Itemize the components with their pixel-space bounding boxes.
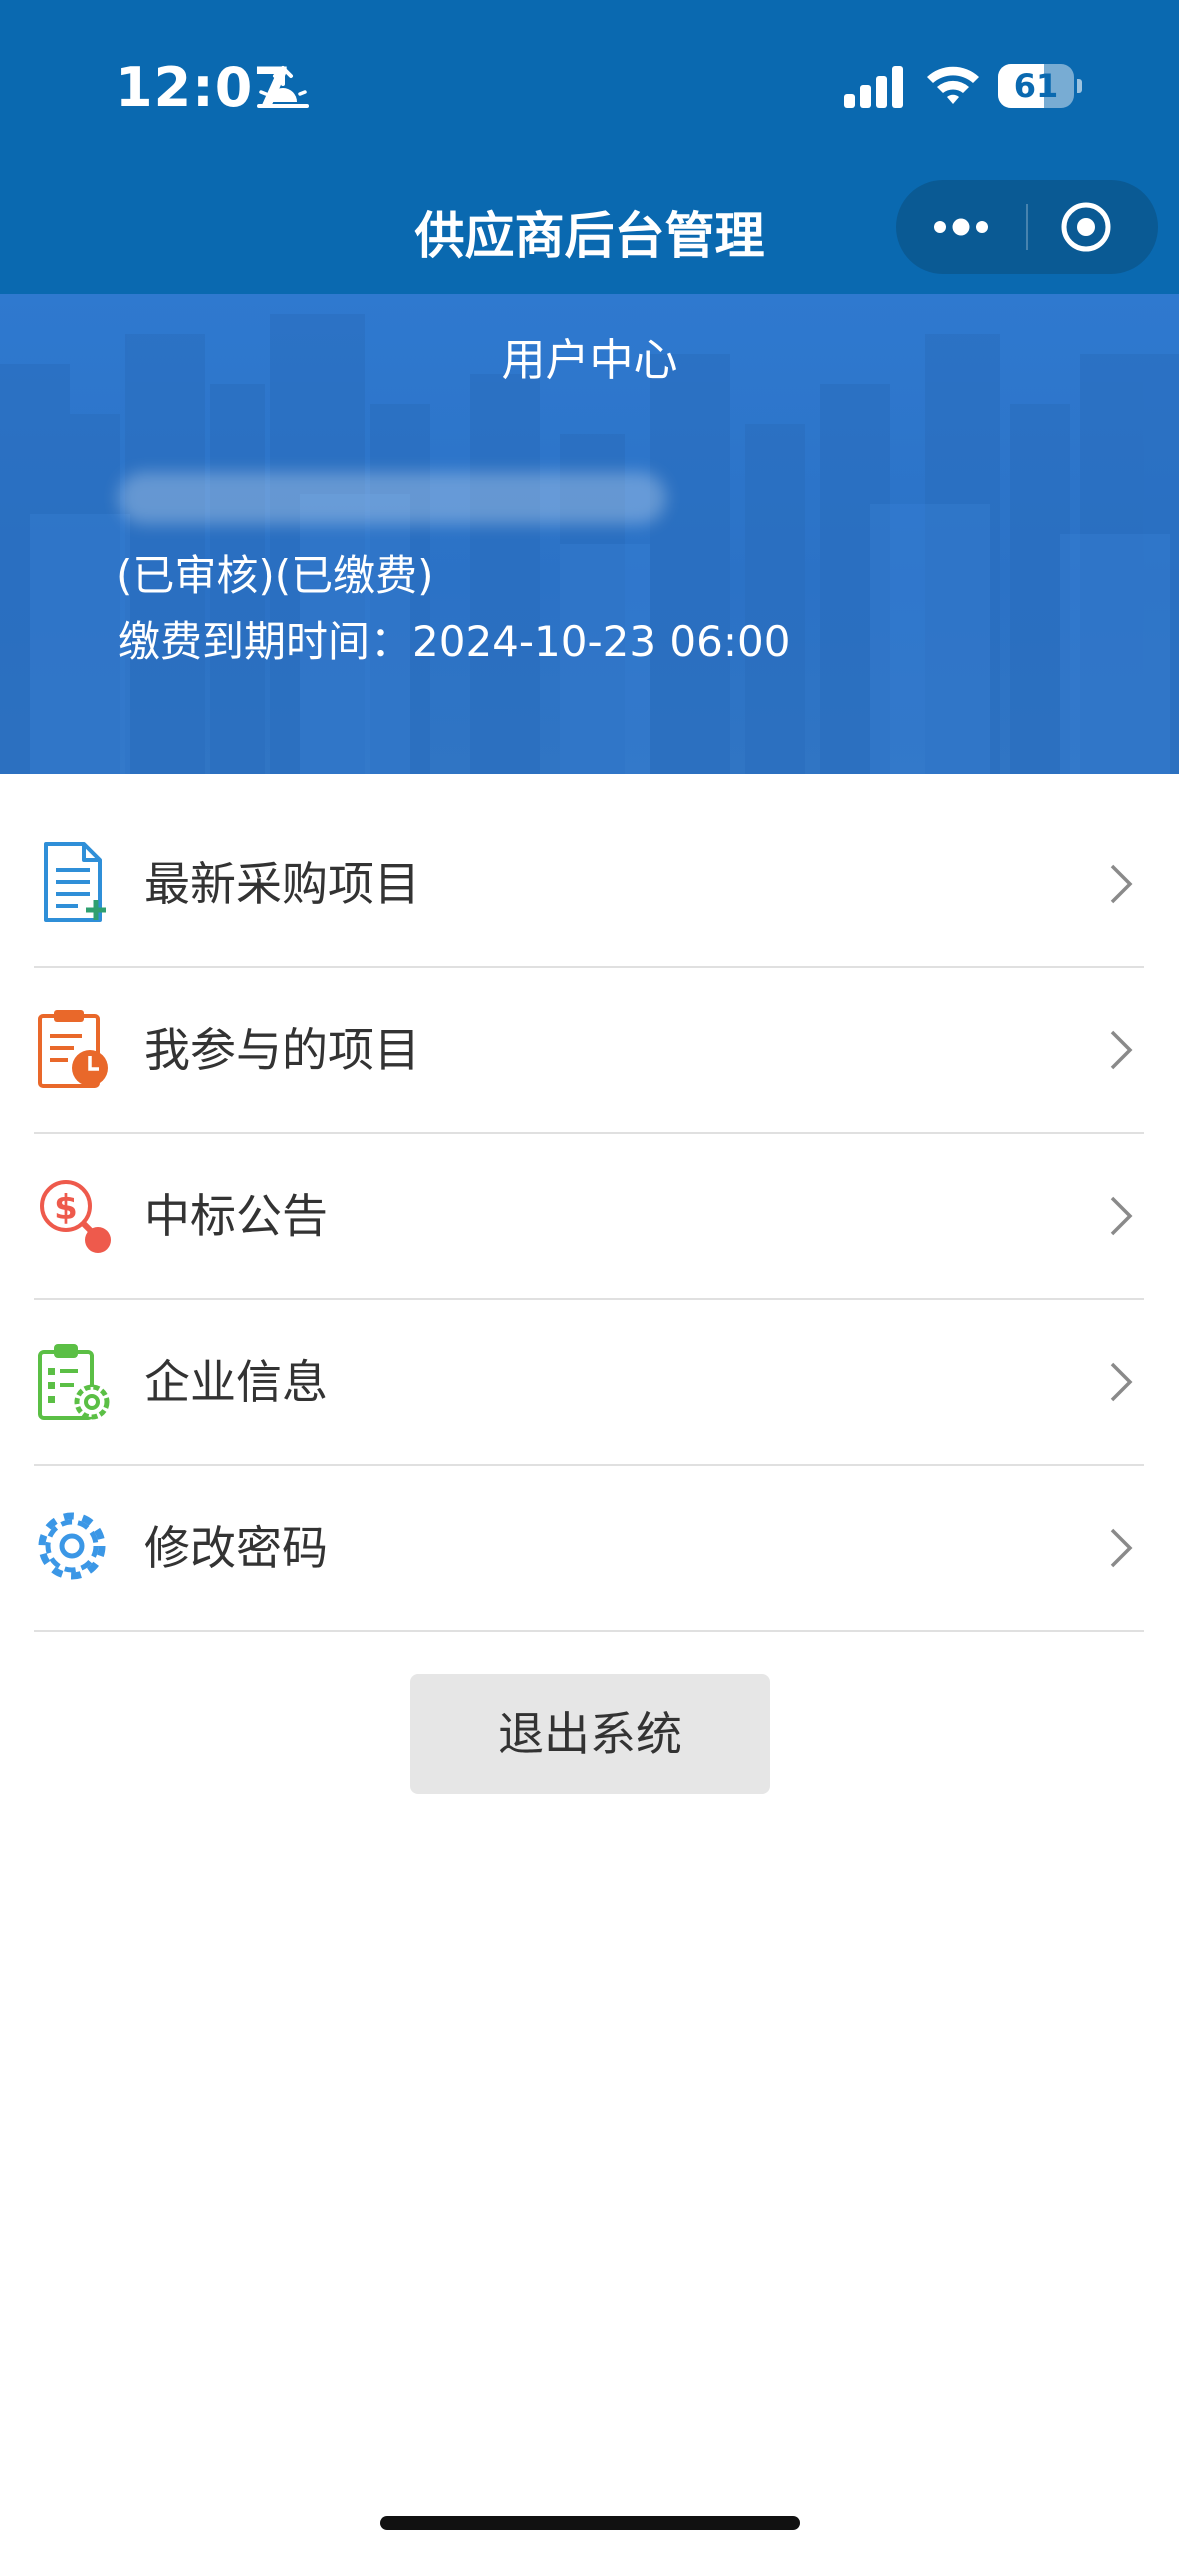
gear-icon <box>38 1512 106 1580</box>
logout-button[interactable]: 退出系统 <box>410 1674 770 1794</box>
menu-item-change-password[interactable]: 修改密码 <box>34 1466 1144 1632</box>
document-add-icon <box>44 842 106 922</box>
close-target-icon <box>1061 202 1111 252</box>
battery-icon: 61 <box>998 64 1082 108</box>
app-header: 12:07 61 供应商后台管理 <box>0 0 1179 294</box>
dollar-search-icon: $ <box>40 1180 111 1253</box>
signal-icon <box>844 66 903 108</box>
menu-label: 我参与的项目 <box>144 1023 420 1077</box>
menu-item-award-notices[interactable]: $ 中标公告 <box>34 1134 1144 1300</box>
blurred-user-name <box>118 472 666 524</box>
sunrise-icon <box>257 66 309 108</box>
chevron-right-icon <box>1110 1528 1133 1568</box>
account-status: (已审核)(已缴费) <box>116 551 434 600</box>
menu-item-my-projects[interactable]: 我参与的项目 <box>34 968 1144 1134</box>
clipboard-clock-icon <box>38 1010 108 1088</box>
menu-label: 最新采购项目 <box>144 857 420 911</box>
mini-program-capsule <box>896 180 1158 274</box>
user-center-title: 用户中心 <box>501 335 678 386</box>
close-button[interactable] <box>1028 180 1158 274</box>
payment-expiry: 缴费到期时间：2024-10-23 06:00 <box>118 617 791 666</box>
menu-label: 企业信息 <box>144 1355 328 1409</box>
clipboard-gear-icon <box>38 1344 110 1420</box>
wifi-icon <box>927 66 979 104</box>
svg-text:$: $ <box>54 1188 78 1228</box>
menu-list: 最新采购项目 我参与的项目 $ 中标公告 企业信息 修改密码 <box>34 802 1144 1632</box>
home-indicator[interactable] <box>380 2516 800 2530</box>
menu-item-latest-purchases[interactable]: 最新采购项目 <box>34 802 1144 968</box>
more-icon <box>934 218 988 236</box>
more-button[interactable] <box>896 180 1026 274</box>
menu-label: 修改密码 <box>144 1521 328 1575</box>
chevron-right-icon <box>1110 864 1133 904</box>
user-info-banner: 用户中心 (已审核)(已缴费) 缴费到期时间：2024-10-23 06:00 <box>0 294 1179 774</box>
chevron-right-icon <box>1110 1196 1133 1236</box>
chevron-right-icon <box>1110 1362 1133 1402</box>
menu-item-company-info[interactable]: 企业信息 <box>34 1300 1144 1466</box>
battery-level: 61 <box>1013 67 1059 105</box>
chevron-right-icon <box>1110 1030 1133 1070</box>
menu-label: 中标公告 <box>144 1189 328 1243</box>
